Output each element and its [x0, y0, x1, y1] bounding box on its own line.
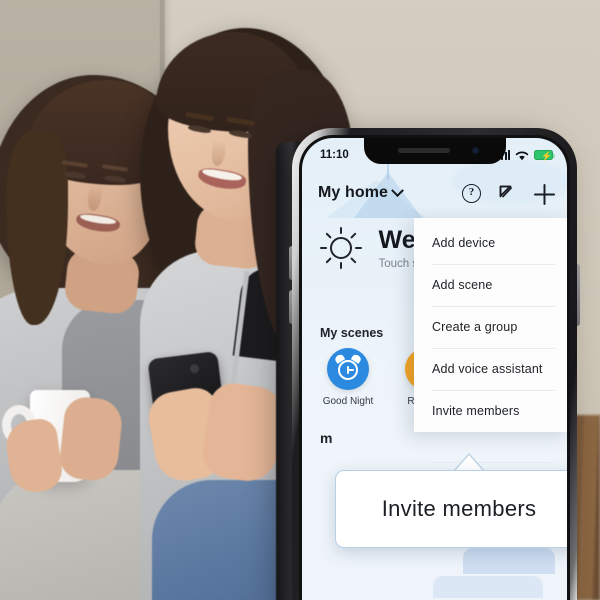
help-icon[interactable]: ? [462, 183, 481, 203]
phone-notch [363, 138, 506, 164]
alarm-clock-icon [327, 348, 369, 390]
sun-icon [320, 227, 362, 269]
volume-up-button[interactable] [289, 246, 292, 280]
menu-item-add-device[interactable]: Add device [414, 222, 567, 264]
volume-down-button[interactable] [289, 290, 292, 324]
menu-item-add-voice-assistant[interactable]: Add voice assistant [414, 348, 567, 390]
plus-icon[interactable] [534, 183, 555, 205]
peek-card-upper [463, 548, 555, 574]
phone-mockup: 11:10 ⚡ My home ? Touch My scenes Good N… [289, 128, 580, 600]
battery-charging-icon: ⚡ [534, 150, 555, 161]
scene-label: Good Night [322, 396, 374, 407]
scan-icon[interactable] [498, 184, 517, 203]
phone-screen: 11:10 ⚡ My home ? Touch My scenes Good N… [302, 138, 567, 600]
menu-item-create-a-group[interactable]: Create a group [414, 306, 567, 348]
menu-bottom-divider [432, 462, 551, 463]
scenes-section-label: My scenes [320, 326, 384, 340]
phone-bezel: 11:10 ⚡ My home ? Touch My scenes Good N… [299, 135, 570, 600]
earpiece-speaker [397, 148, 450, 153]
scene-good-night[interactable]: Good Night [320, 348, 376, 407]
app-bar-actions: ? [462, 183, 555, 205]
front-camera-icon [470, 146, 480, 155]
menu-item-add-scene[interactable]: Add scene [414, 264, 567, 306]
home-selector[interactable]: My home [318, 183, 404, 202]
peek-card-lower [433, 576, 543, 598]
home-name-label: My home [318, 184, 389, 201]
status-icons: ⚡ [497, 150, 555, 161]
power-button[interactable] [577, 264, 580, 326]
app-top-bar: My home ? [302, 174, 567, 212]
callout-text: Invite members [381, 496, 537, 521]
menu-item-invite-members[interactable]: Invite members [414, 390, 567, 432]
callout-tooltip: Invite members [335, 470, 567, 548]
charging-bolt-icon: ⚡ [541, 151, 553, 161]
status-time: 11:10 [320, 149, 349, 161]
add-menu-dropdown: Add device Add scene Create a group Add … [414, 218, 567, 432]
held-phone-camera-icon [190, 364, 199, 373]
chevron-down-icon [391, 183, 404, 197]
obscured-row-label: m [320, 430, 333, 446]
wifi-icon [515, 151, 529, 160]
